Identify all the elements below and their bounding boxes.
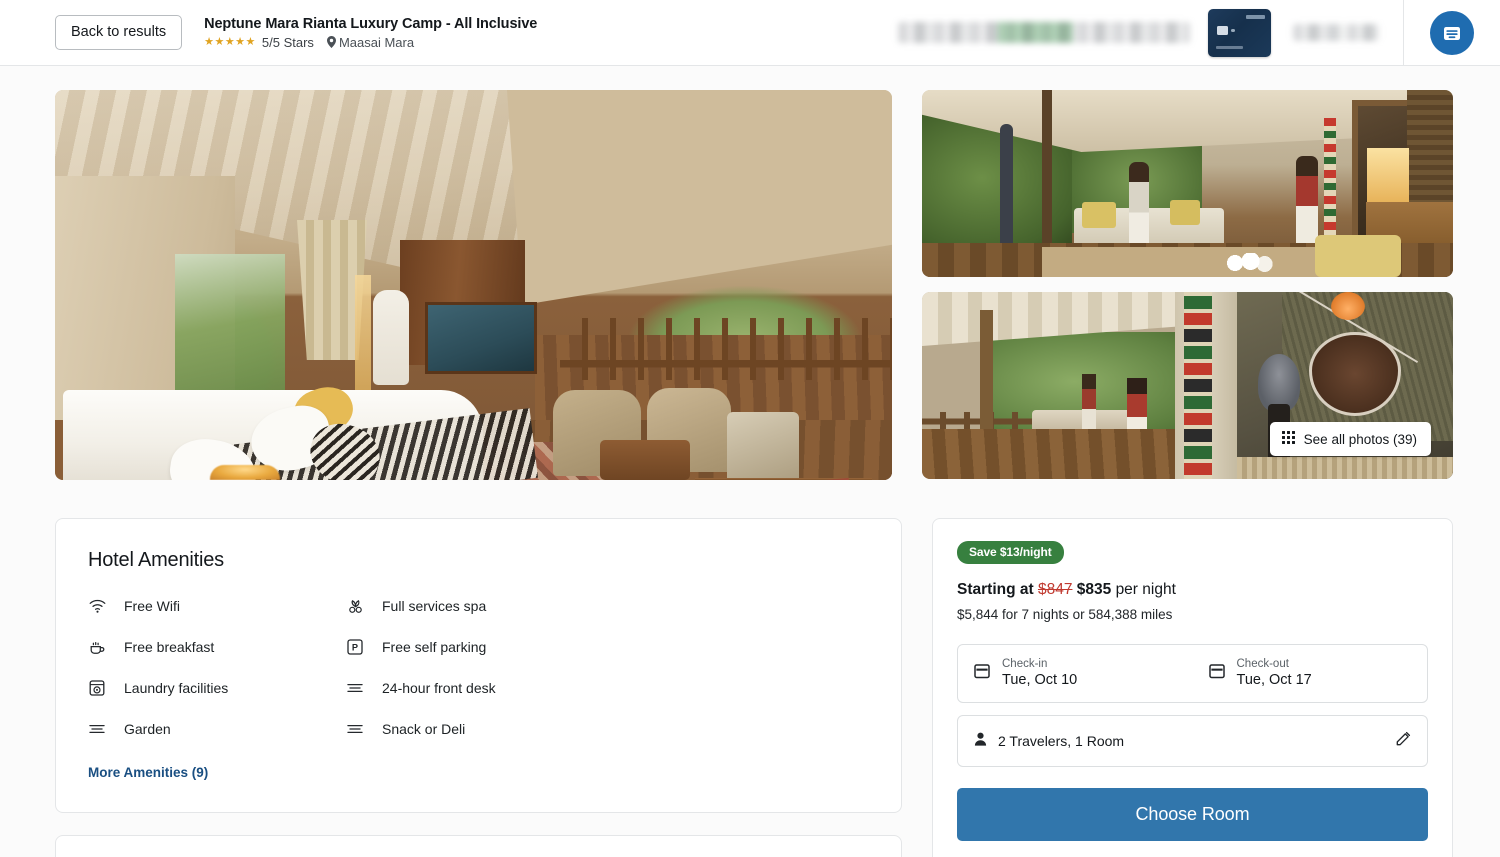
amenity-free-self-parking: P Free self parking xyxy=(346,638,869,656)
checkin-label: Check-in xyxy=(1002,658,1048,670)
card-name-redacted xyxy=(1216,45,1243,49)
left-column: Hotel Amenities Free Wifi Full services … xyxy=(55,518,902,857)
hotel-header-block: Neptune Mara Rianta Luxury Camp - All In… xyxy=(204,16,537,50)
checkout-field[interactable]: Check-out Tue, Oct 17 xyxy=(1193,645,1428,702)
travelers-value: 2 Travelers, 1 Room xyxy=(998,733,1125,749)
total-price-line: $5,844 for 7 nights or 584,388 miles xyxy=(957,607,1173,622)
card-brand-mark xyxy=(1246,14,1265,19)
svg-text:P: P xyxy=(352,643,358,653)
amenity-free-wifi: Free Wifi xyxy=(88,597,346,615)
card-chip-icon xyxy=(1217,25,1228,35)
price-original: $847 xyxy=(1037,581,1073,598)
lines-icon xyxy=(88,720,106,738)
thumbnail-photo-1[interactable] xyxy=(922,90,1453,277)
thumbnail-1-image xyxy=(922,90,1453,277)
right-column: Save $13/night Starting at $847 $835 per… xyxy=(932,518,1453,857)
booking-card: Save $13/night Starting at $847 $835 per… xyxy=(932,518,1453,857)
amenity-label: Free self parking xyxy=(382,639,487,655)
card-contactless-icon xyxy=(1231,28,1235,32)
hotel-amenities-card: Hotel Amenities Free Wifi Full services … xyxy=(55,518,902,813)
amenity-garden: Garden xyxy=(88,720,346,738)
main-content: Hotel Amenities Free Wifi Full services … xyxy=(0,480,1500,857)
amenity-full-services-spa: Full services spa xyxy=(346,597,869,615)
pencil-icon[interactable] xyxy=(1396,731,1411,751)
amenity-snack-or-deli: Snack or Deli xyxy=(346,720,869,738)
header-right-region xyxy=(898,0,1500,66)
starting-at-label: Starting at xyxy=(957,581,1034,598)
map-pin-icon xyxy=(326,36,336,48)
amenity-label: Free breakfast xyxy=(124,639,215,655)
spa-flower-icon xyxy=(346,597,364,615)
checkin-field[interactable]: Check-in Tue, Oct 10 xyxy=(958,645,1193,702)
credit-card-thumbnail[interactable] xyxy=(1208,8,1271,57)
more-amenities-link[interactable]: More Amenities (9) xyxy=(88,765,208,780)
see-all-photos-label: See all photos (39) xyxy=(1303,431,1417,447)
price-current: $835 xyxy=(1076,581,1112,598)
wallet-card-icon[interactable] xyxy=(1430,10,1474,55)
location-label: Maasai Mara xyxy=(338,34,415,50)
amenity-label: 24-hour front desk xyxy=(382,680,496,696)
star-rating-icons: ★★★★★ xyxy=(204,35,256,48)
amenity-label: Snack or Deli xyxy=(382,721,466,737)
parking-p-icon: P xyxy=(346,638,364,656)
person-icon xyxy=(974,732,987,751)
star-rating-text: 5/5 Stars xyxy=(261,34,314,50)
lines-icon xyxy=(346,679,364,697)
header-divider xyxy=(1403,0,1404,66)
back-to-results-button[interactable]: Back to results xyxy=(55,15,183,50)
amenity-label: Garden xyxy=(124,721,171,737)
checkin-value: Tue, Oct 10 xyxy=(1002,672,1078,688)
wifi-icon xyxy=(88,597,106,615)
amenity-label: Laundry facilities xyxy=(124,680,229,696)
photo-gallery: See all photos (39) xyxy=(0,66,1500,480)
amenity-free-breakfast: Free breakfast xyxy=(88,638,346,656)
washing-machine-icon xyxy=(88,679,106,697)
location-block: Maasai Mara xyxy=(326,34,415,50)
hotel-subtitle: ★★★★★ 5/5 Stars Maasai Mara xyxy=(204,35,537,50)
amenity-laundry-facilities: Laundry facilities xyxy=(88,679,346,697)
calendar-icon xyxy=(1208,663,1225,684)
save-badge: Save $13/night xyxy=(957,541,1064,564)
coffee-cup-icon xyxy=(88,638,106,656)
amenity-24-hour-front-desk: 24-hour front desk xyxy=(346,679,869,697)
account-info-redacted xyxy=(898,22,1190,43)
next-section-card xyxy=(55,835,902,857)
page-title: Neptune Mara Rianta Luxury Camp - All In… xyxy=(204,15,538,32)
checkout-value: Tue, Oct 17 xyxy=(1236,672,1312,688)
see-all-photos-button[interactable]: See all photos (39) xyxy=(1269,422,1431,456)
card-label-redacted xyxy=(1293,24,1379,41)
hero-photo[interactable] xyxy=(55,90,892,480)
choose-room-button[interactable]: Choose Room xyxy=(957,788,1428,841)
date-range-selector[interactable]: Check-in Tue, Oct 10 Check-out Tue, Oct … xyxy=(957,644,1428,703)
thumbnail-column: See all photos (39) xyxy=(922,90,1453,480)
amenity-label: Free Wifi xyxy=(124,598,180,614)
thumbnail-photo-2[interactable]: See all photos (39) xyxy=(922,292,1453,479)
hero-photo-image xyxy=(55,90,892,480)
amenities-title: Hotel Amenities xyxy=(88,549,224,571)
per-night-label: per night xyxy=(1115,581,1176,598)
grid-icon xyxy=(1281,431,1295,447)
travelers-field[interactable]: 2 Travelers, 1 Room xyxy=(957,715,1428,767)
checkout-label: Check-out xyxy=(1236,658,1289,670)
price-line: Starting at $847 $835 per night xyxy=(957,581,1428,599)
lines-icon xyxy=(346,720,364,738)
calendar-icon xyxy=(974,663,990,684)
site-header: Back to results Neptune Mara Rianta Luxu… xyxy=(0,0,1500,66)
amenities-grid: Free Wifi Full services spa Free breakfa… xyxy=(88,597,869,738)
amenity-label: Full services spa xyxy=(382,598,487,614)
